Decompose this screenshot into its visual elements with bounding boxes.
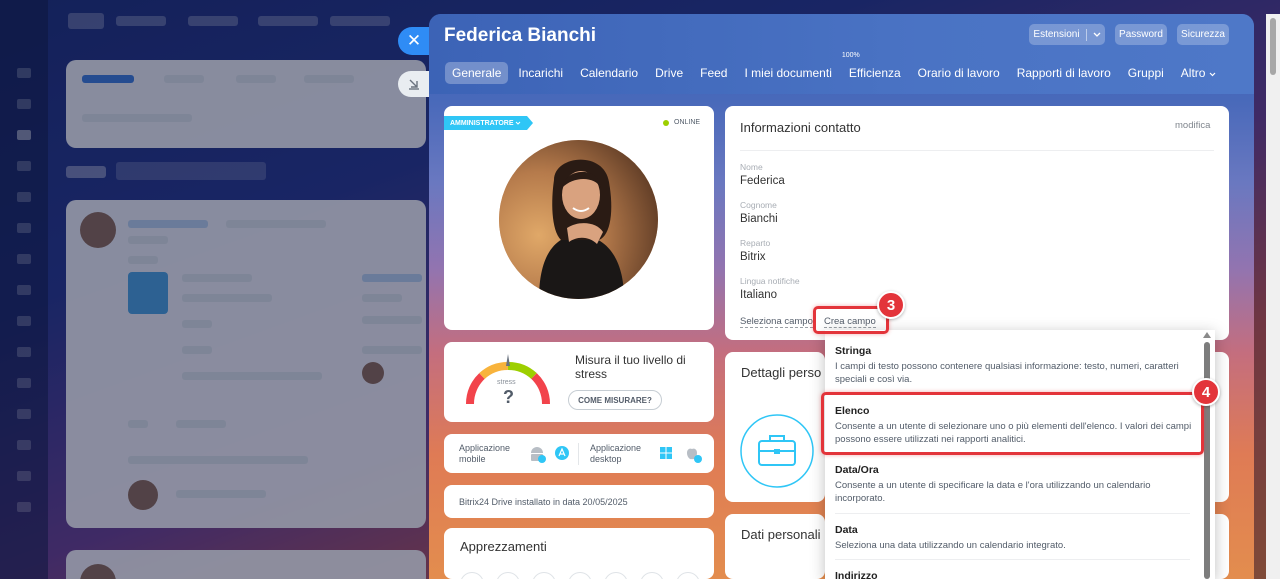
- contact-info-title: Informazioni contatto: [740, 120, 861, 135]
- option-description: Consente a un utente di specificare la d…: [835, 480, 1151, 504]
- field-value-cognome: Bianchi: [740, 213, 778, 225]
- personal-data-card: Dati personali: [725, 514, 825, 579]
- efficiency-percent: 100%: [841, 52, 860, 59]
- role-badge[interactable]: AMMINISTRATORE: [444, 116, 535, 130]
- drive-card: Bitrix24 Drive installato in data 20/05/…: [444, 485, 714, 518]
- tab-altro-label: Altro: [1180, 66, 1206, 80]
- tab-incarichi[interactable]: Incarichi: [511, 62, 570, 84]
- tab-gruppi[interactable]: Gruppi: [1121, 62, 1171, 84]
- option-title: Data/Ora: [835, 464, 879, 476]
- apps-card: Applicazione mobile Applicazione desktop: [444, 434, 714, 473]
- password-button[interactable]: Password: [1115, 24, 1167, 45]
- step-badge-3: 3: [877, 291, 905, 319]
- option-title: Indirizzo: [835, 570, 878, 579]
- drive-install-note: Bitrix24 Drive installato in data 20/05/…: [459, 497, 628, 507]
- field-label-nome: Nome: [740, 162, 763, 172]
- field-type-option-indirizzo[interactable]: Indirizzo: [835, 570, 1195, 579]
- field-type-option-data[interactable]: Data Seleziona una data utilizzando un c…: [835, 524, 1195, 552]
- tab-feed[interactable]: Feed: [693, 62, 734, 84]
- app-store-icon[interactable]: [554, 445, 570, 461]
- tab-documenti[interactable]: I miei documenti: [737, 62, 838, 84]
- page-scrollbar-thumb[interactable]: [1270, 18, 1276, 75]
- chevron-down-icon: [1093, 32, 1101, 37]
- step-badge-4: 4: [1192, 378, 1220, 406]
- personal-data-title: Dati personali: [741, 527, 821, 542]
- profile-card: AMMINISTRATORE ONLINE: [444, 106, 714, 330]
- tab-drive[interactable]: Drive: [648, 62, 690, 84]
- extensions-label: Estensioni: [1033, 29, 1080, 40]
- online-dot: [663, 119, 669, 126]
- windows-icon[interactable]: [659, 446, 673, 460]
- chevron-down-icon: [516, 121, 521, 125]
- field-value-nome: Federica: [740, 175, 785, 187]
- close-icon: ✕: [406, 31, 422, 50]
- stress-title: Misura il tuo livello di stress: [575, 353, 686, 381]
- field-type-option-data-ora[interactable]: Data/Ora Consente a un utente di specifi…: [835, 464, 1195, 505]
- profile-tabs: Generale Incarichi Calendario Drive Feed…: [445, 52, 1226, 84]
- appreciations-card: Apprezzamenti: [444, 528, 714, 579]
- online-status-label: ONLINE: [674, 119, 701, 126]
- minimize-icon: [409, 79, 419, 90]
- tab-generale[interactable]: Generale: [445, 62, 509, 84]
- personal-details-card: Dettagli perso: [725, 352, 825, 502]
- option-description: I campi di testo possono contenere quals…: [835, 361, 1179, 385]
- field-value-reparto: Bitrix: [740, 251, 766, 263]
- scroll-up-icon[interactable]: [1203, 332, 1211, 338]
- briefcase-icon: [740, 414, 814, 488]
- online-status: ONLINE: [663, 119, 700, 126]
- tab-efficienza-label: Efficienza: [848, 66, 901, 80]
- minimize-slider-button[interactable]: [398, 71, 430, 97]
- tab-rapporti[interactable]: Rapporti di lavoro: [1010, 62, 1118, 84]
- mobile-app-label: Applicazione mobile: [459, 443, 511, 464]
- desktop-app-label: Applicazione desktop: [590, 443, 642, 464]
- android-icon[interactable]: [528, 445, 546, 463]
- contact-info-card: Informazioni contatto modifica Nome Fede…: [725, 106, 1229, 340]
- field-label-lingua: Lingua notifiche: [740, 276, 800, 286]
- stress-value: ?: [503, 387, 514, 407]
- field-label-cognome: Cognome: [740, 200, 777, 210]
- field-label-reparto: Reparto: [740, 238, 771, 248]
- option-title: Data: [835, 524, 858, 536]
- apple-icon[interactable]: [684, 445, 702, 463]
- security-button[interactable]: Sicurezza: [1177, 24, 1229, 45]
- field-value-lingua: Italiano: [740, 289, 778, 301]
- user-name: Federica Bianchi: [444, 25, 597, 46]
- role-badge-label: AMMINISTRATORE: [450, 119, 514, 127]
- page-scrollbar[interactable]: [1266, 14, 1280, 579]
- how-to-measure-button[interactable]: COME MISURARE?: [568, 390, 662, 410]
- user-avatar-photo[interactable]: [499, 140, 658, 299]
- extensions-button[interactable]: Estensioni: [1029, 24, 1105, 45]
- tab-efficienza[interactable]: 100% Efficienza: [842, 52, 908, 84]
- tab-altro[interactable]: Altro: [1174, 62, 1223, 84]
- callout-elenco: [821, 392, 1204, 455]
- select-field-link[interactable]: Seleziona campo: [740, 316, 813, 328]
- stress-card: stress ? Misura il tuo livello di stress…: [444, 342, 714, 422]
- tab-calendario[interactable]: Calendario: [573, 62, 645, 84]
- option-title: Stringa: [835, 345, 872, 357]
- stress-gauge-label: stress: [497, 379, 516, 386]
- edit-contact-link[interactable]: modifica: [1175, 120, 1210, 131]
- personal-details-title: Dettagli perso: [741, 365, 822, 380]
- close-slider-button[interactable]: ✕: [398, 27, 430, 55]
- appreciations-title: Apprezzamenti: [460, 539, 547, 554]
- chevron-down-icon: [1209, 72, 1216, 77]
- tab-orario[interactable]: Orario di lavoro: [911, 62, 1007, 84]
- option-description: Seleziona una data utilizzando un calend…: [835, 540, 1066, 551]
- field-type-option-stringa[interactable]: Stringa I campi di testo possono contene…: [835, 345, 1195, 386]
